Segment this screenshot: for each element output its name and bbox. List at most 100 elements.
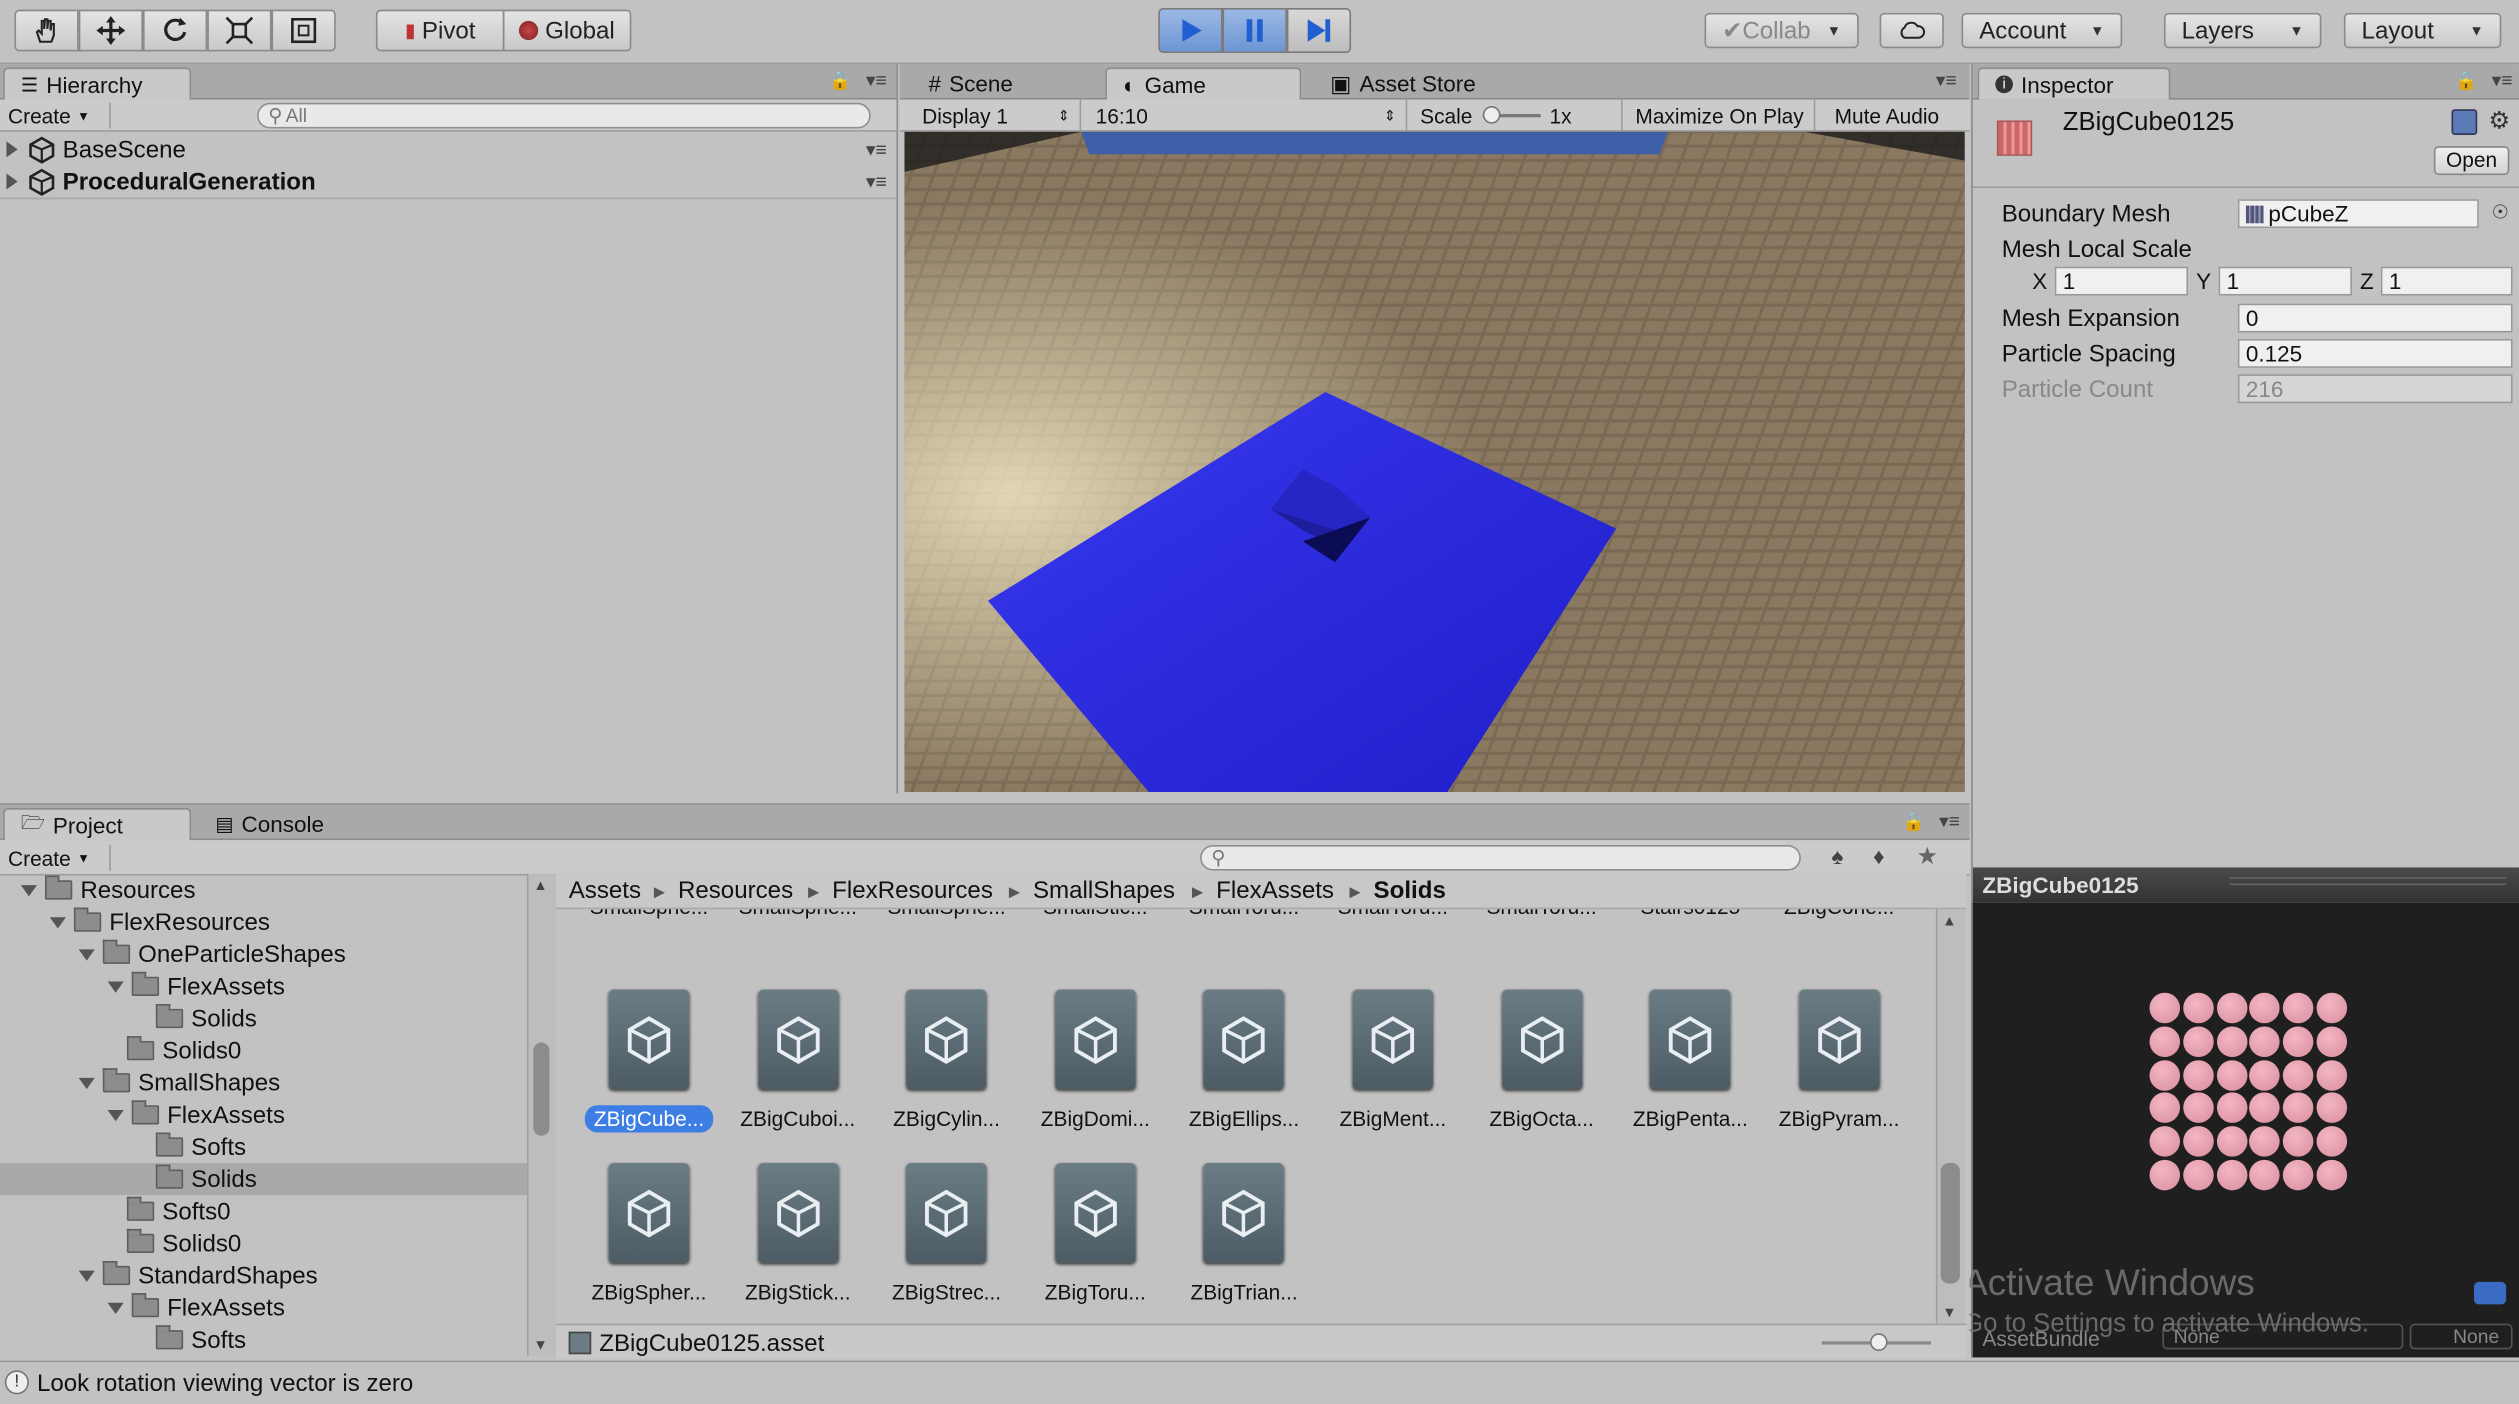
asset-item[interactable]: SmallStic... [1021, 909, 1169, 922]
panel-menu-icon[interactable]: ▾≡ [1936, 69, 1957, 91]
cloud-button[interactable] [1879, 12, 1944, 49]
tree-item[interactable]: FlexAssets [0, 1292, 527, 1324]
global-toggle[interactable]: Global [502, 9, 632, 52]
status-bar[interactable]: ! Look rotation viewing vector is zero [0, 1360, 2519, 1404]
tree-item[interactable]: StandardShapes [0, 1259, 527, 1291]
move-tool-icon[interactable] [78, 9, 143, 52]
project-create-button[interactable]: Create ▼ [8, 844, 111, 871]
asset-item[interactable]: ZBigPenta... [1616, 989, 1764, 1135]
project-search-input[interactable]: ⚲ [1200, 844, 1801, 871]
scale-slider[interactable]: Scale 1x [1411, 99, 1623, 132]
hierarchy-item-basescene[interactable]: BaseScene ▾≡ [0, 133, 896, 165]
expand-arrow-icon[interactable] [6, 173, 18, 190]
expand-arrow-icon[interactable] [6, 141, 18, 158]
asset-item[interactable]: ZBigTrian... [1170, 1163, 1318, 1308]
tree-item[interactable]: Softs0 [0, 1195, 527, 1227]
filter-by-type-icon[interactable]: ♠ [1831, 843, 1843, 869]
asset-item[interactable]: ZBigEllips... [1170, 989, 1318, 1135]
tree-item[interactable]: FlexAssets [0, 1099, 527, 1131]
expand-arrow-icon[interactable] [107, 1301, 124, 1314]
tree-item[interactable]: Resources [0, 874, 527, 906]
tab-game[interactable]: ◐ Game [1105, 67, 1302, 100]
lock-icon[interactable]: 🔒 [1903, 811, 1925, 832]
hierarchy-create-button[interactable]: Create ▼ [8, 102, 111, 129]
boundary-mesh-field[interactable]: pCubeZ [2237, 199, 2479, 229]
tree-item[interactable]: Softs [0, 1324, 527, 1356]
tree-scrollbar[interactable]: ▲ ▼ [526, 873, 556, 1356]
tree-item[interactable]: Solids0 [0, 1227, 527, 1259]
asset-item[interactable]: ZBigMent... [1319, 989, 1467, 1135]
panel-menu-icon[interactable]: ▾≡ [1939, 810, 1960, 832]
scene-menu-icon[interactable]: ▾≡ [866, 138, 887, 160]
expand-arrow-icon[interactable] [78, 1269, 95, 1282]
breadcrumb-item[interactable]: FlexAssets [1216, 877, 1334, 904]
expand-arrow-icon[interactable] [20, 884, 37, 896]
expand-arrow-icon[interactable] [49, 916, 66, 928]
mesh-expansion-field[interactable]: 0 [2237, 303, 2513, 333]
rect-tool-icon[interactable] [271, 9, 336, 52]
asset-item[interactable]: ZBigCylin... [873, 989, 1021, 1135]
favorite-star-icon[interactable]: ★ [1917, 842, 1939, 870]
rotate-tool-icon[interactable] [142, 9, 208, 52]
breadcrumb-item[interactable]: Assets [569, 877, 641, 904]
scroll-up-icon[interactable]: ▲ [1942, 912, 1956, 928]
scale-x-field[interactable]: 1 [2054, 266, 2189, 296]
lock-icon[interactable]: 🔒 [829, 71, 851, 91]
scene-menu-icon[interactable]: ▾≡ [866, 170, 887, 192]
hierarchy-search-input[interactable]: ⚲ All [257, 102, 871, 129]
asset-item[interactable]: SmallToru... [1468, 909, 1616, 922]
asset-item[interactable]: ZBigStick... [724, 1163, 872, 1308]
scale-y-field[interactable]: 1 [2218, 266, 2352, 296]
asset-item[interactable]: SmallSphe... [575, 909, 723, 922]
tree-scroll-thumb[interactable] [533, 1042, 550, 1136]
pause-button[interactable] [1222, 8, 1287, 54]
tree-item[interactable]: FlexAssets [0, 970, 527, 1002]
scroll-down-icon[interactable]: ▼ [533, 1337, 547, 1353]
open-button[interactable]: Open [2433, 146, 2510, 176]
tree-item[interactable]: OneParticleShapes [0, 938, 527, 970]
asset-scroll-thumb[interactable] [1940, 1163, 1960, 1284]
breadcrumb-item[interactable]: Solids [1374, 877, 1446, 904]
asset-item[interactable]: ZBigSpher... [575, 1163, 723, 1308]
panel-menu-icon[interactable]: ▾≡ [866, 69, 887, 91]
hand-tool-icon[interactable] [14, 9, 79, 52]
aspect-dropdown[interactable]: 16:10 ⇕ [1086, 99, 1408, 132]
help-book-icon[interactable] [2451, 109, 2478, 135]
expand-arrow-icon[interactable] [78, 1077, 95, 1089]
tree-item[interactable]: Solids0 [0, 1035, 527, 1067]
scroll-up-icon[interactable]: ▲ [533, 877, 547, 893]
asset-item[interactable]: ZBigPyram... [1765, 989, 1913, 1135]
tab-scene[interactable]: # Scene [912, 67, 1028, 99]
asset-item[interactable]: ZBigOcta... [1468, 989, 1616, 1135]
maximize-on-play-toggle[interactable]: Maximize On Play [1626, 99, 1815, 132]
tab-console[interactable]: ▤ Console [199, 808, 340, 840]
asset-item[interactable]: ZBigCube... [575, 989, 723, 1135]
asset-item[interactable]: ZBigCuboi... [724, 989, 872, 1135]
step-button[interactable] [1286, 8, 1352, 54]
tag-icon[interactable] [2474, 1281, 2507, 1305]
asset-item[interactable]: SmallToru... [1170, 909, 1318, 922]
asset-item[interactable]: ZBigCone... [1765, 909, 1913, 922]
asset-item[interactable]: ZBigToru... [1021, 1163, 1169, 1308]
panel-menu-icon[interactable]: ▾≡ [2492, 69, 2513, 91]
icon-size-thumb[interactable] [1869, 1333, 1888, 1351]
tree-item[interactable]: Solids [0, 1163, 527, 1196]
asset-item[interactable]: SmallToru... [1319, 909, 1467, 922]
expand-arrow-icon[interactable] [78, 948, 95, 960]
scale-z-field[interactable]: 1 [2380, 266, 2513, 296]
expand-arrow-icon[interactable] [107, 980, 124, 992]
pivot-toggle[interactable]: ▮ Pivot [375, 9, 505, 52]
lock-icon[interactable]: 🔒 [2455, 71, 2477, 91]
tab-asset-store[interactable]: ▣ Asset Store [1314, 67, 1492, 99]
play-button[interactable] [1158, 8, 1223, 54]
particle-spacing-field[interactable]: 0.125 [2237, 338, 2513, 368]
preview-header[interactable]: ZBigCube0125 [1971, 867, 2519, 903]
object-picker-icon[interactable]: ☉ [2492, 201, 2509, 223]
display-dropdown[interactable]: Display 1 ⇕ [912, 99, 1082, 132]
game-viewport[interactable] [904, 131, 1965, 792]
filter-by-label-icon[interactable]: ♦ [1873, 843, 1884, 869]
expand-arrow-icon[interactable] [107, 1109, 124, 1121]
tree-item[interactable]: FlexResources [0, 906, 527, 938]
scroll-down-icon[interactable]: ▼ [1942, 1304, 1956, 1320]
asset-item[interactable]: Stairs0125 [1616, 909, 1764, 922]
